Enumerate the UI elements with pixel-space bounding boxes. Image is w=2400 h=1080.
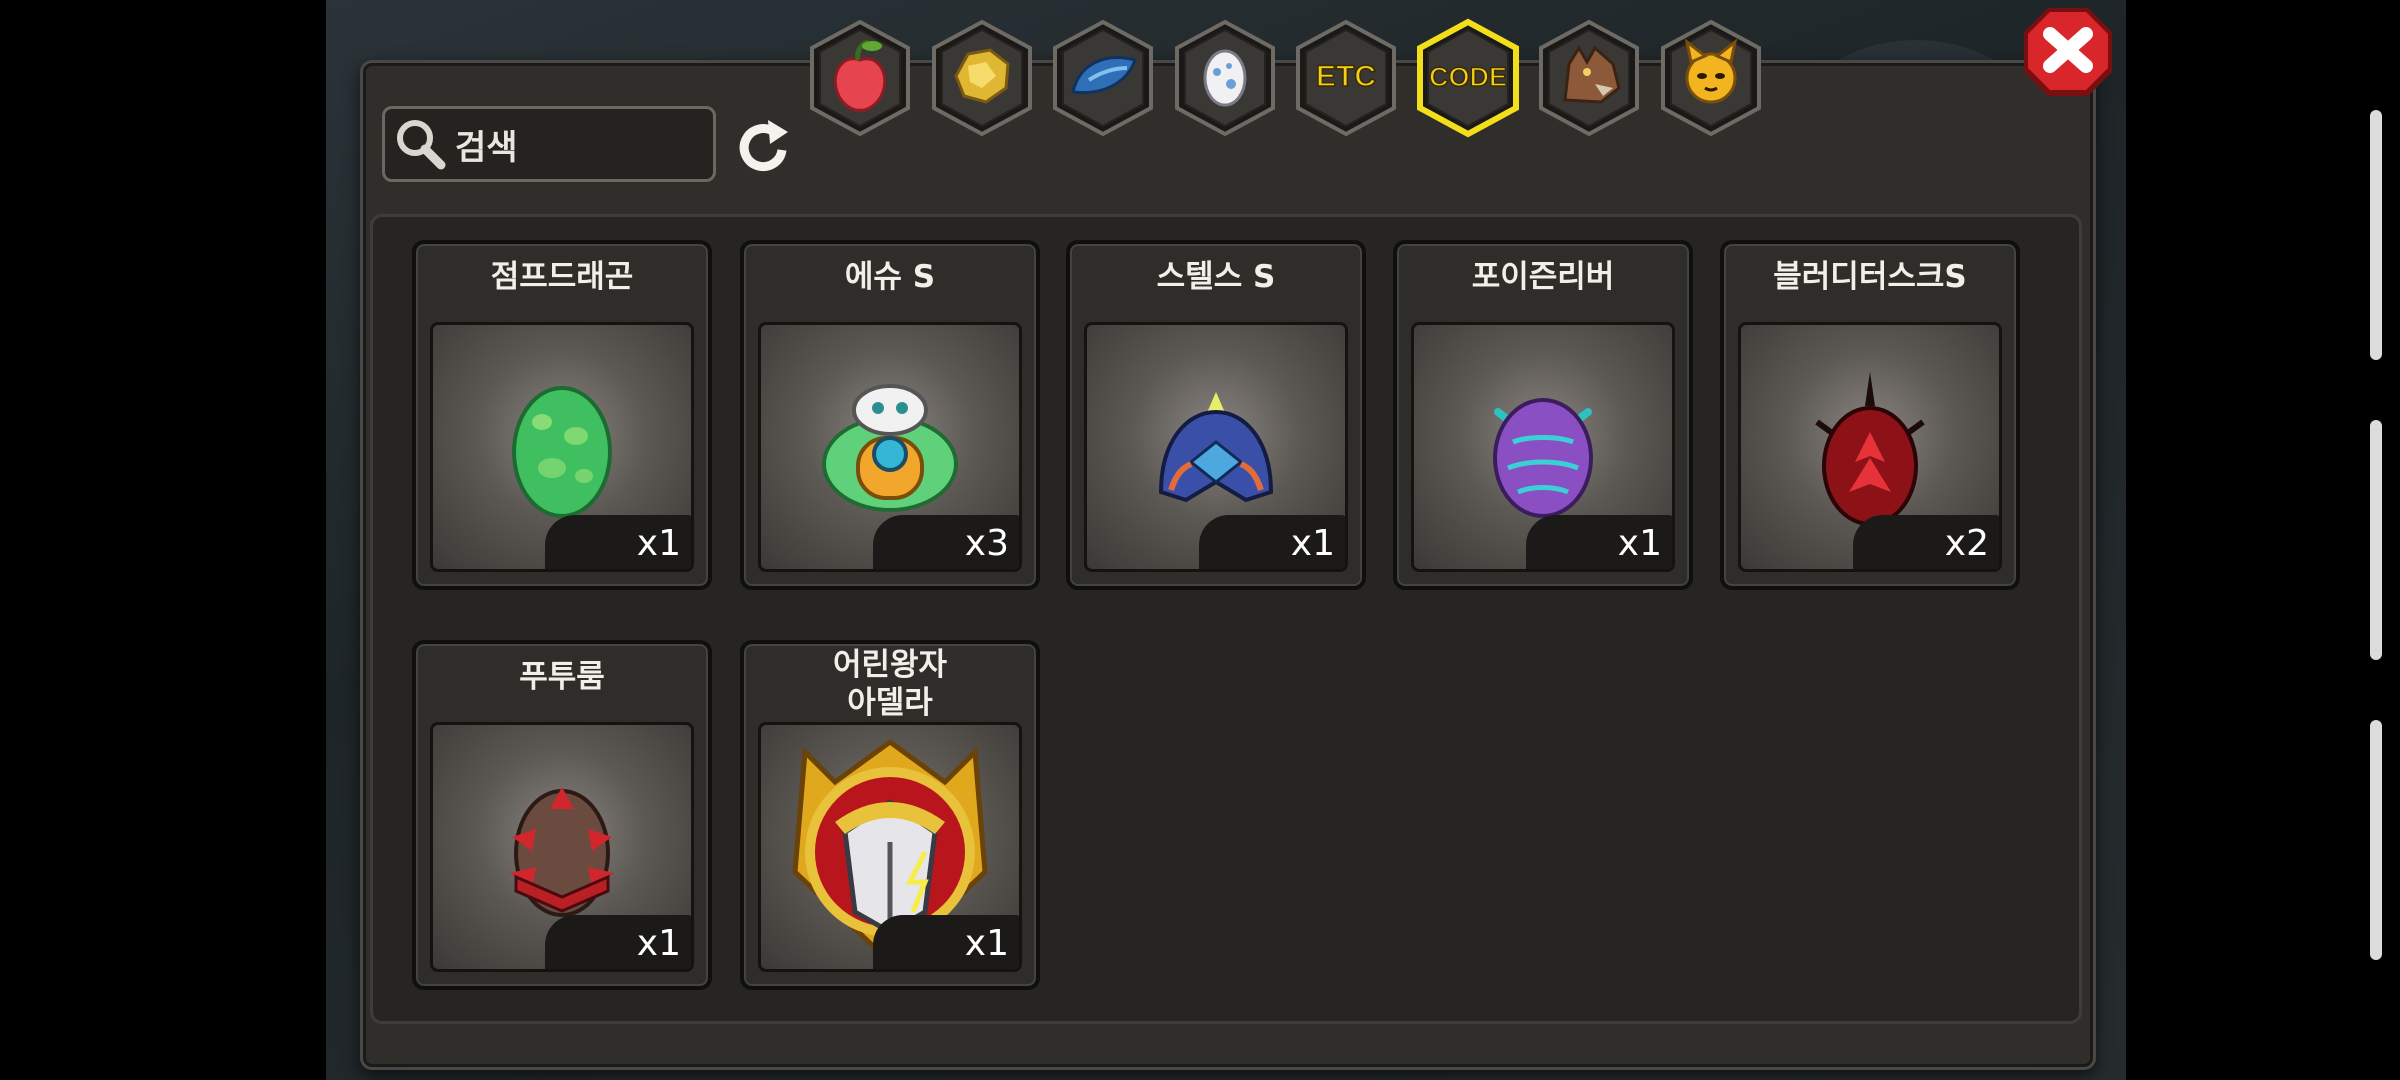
item-quantity: x1 [545,515,691,569]
search-input[interactable]: 검색 [382,106,716,182]
tab-code[interactable]: CODECODE [1414,18,1522,138]
search-placeholder: 검색 [455,127,518,168]
tab-cat-face[interactable] [1657,18,1765,138]
item-card[interactable]: 푸투룸 x1 [412,640,712,990]
tab-gold-nugget[interactable] [928,18,1036,138]
fruit-icon [810,19,910,137]
item-image-slot: x2 [1738,322,2002,572]
item-quantity: x1 [1199,515,1345,569]
item-quantity: x2 [1853,515,1999,569]
item-name: 스텔스 S [1156,259,1276,295]
scrollbar-segment [2370,720,2382,960]
item-name-line: 어린왕자 [832,647,948,683]
item-image-slot: x1 [430,322,694,572]
etc-icon: ETC [1296,19,1396,137]
item-image-slot: x1 [1411,322,1675,572]
scrollbar-segment [2370,110,2382,360]
item-card[interactable]: 포이즌리버 x1 [1393,240,1693,590]
scrollbar-segment [2370,420,2382,660]
gold-nugget-icon [931,19,1032,137]
item-card[interactable]: 에슈 S x3 [740,240,1040,590]
svg-text:CODE: CODE [1428,62,1506,92]
cat-face-icon [1660,19,1761,137]
item-image-slot: x1 [1084,322,1348,572]
item-quantity: x1 [1526,515,1672,569]
item-quantity: x3 [873,515,1019,569]
item-image-slot: x1 [758,722,1022,972]
item-name: 점프드래곤 [490,259,634,295]
item-name-line: 아델라 [847,685,933,721]
refresh-button[interactable] [730,114,798,182]
item-quantity: x1 [545,915,691,969]
item-image-slot: x3 [758,322,1022,572]
item-name: 에슈 S [844,259,936,295]
close-button[interactable] [2020,4,2116,104]
tab-egg[interactable] [1171,18,1279,138]
refresh-icon [739,120,788,172]
item-name: 어린왕자 아델라 [744,646,1036,722]
item-card[interactable]: 스텔스 S x1 [1066,240,1366,590]
item-name: 푸투룸 [519,659,605,695]
tab-dragon-scale[interactable] [1049,18,1157,138]
tab-wolf[interactable] [1535,18,1643,138]
item-image-slot: x1 [430,722,694,972]
dragon-scale-icon [1053,19,1153,137]
wolf-icon [1539,19,1639,137]
close-icon [2024,8,2112,96]
item-card[interactable]: 점프드래곤 x1 [412,240,712,590]
tab-etc[interactable]: ETCETC [1292,18,1400,138]
egg-icon [1174,19,1275,137]
item-name: 블러디터스크S [1773,259,1967,295]
item-card[interactable]: 블러디터스크S x2 [1720,240,2020,590]
item-name: 포이즌리버 [1471,259,1615,295]
item-quantity: x1 [873,915,1019,969]
scrollbar[interactable] [2370,110,2382,970]
search-icon [385,109,455,179]
code-icon: CODE [1416,18,1519,138]
tab-fruit[interactable] [806,18,914,138]
svg-text:ETC: ETC [1316,60,1376,93]
item-card[interactable]: 어린왕자 아델라 x1 [740,640,1040,990]
